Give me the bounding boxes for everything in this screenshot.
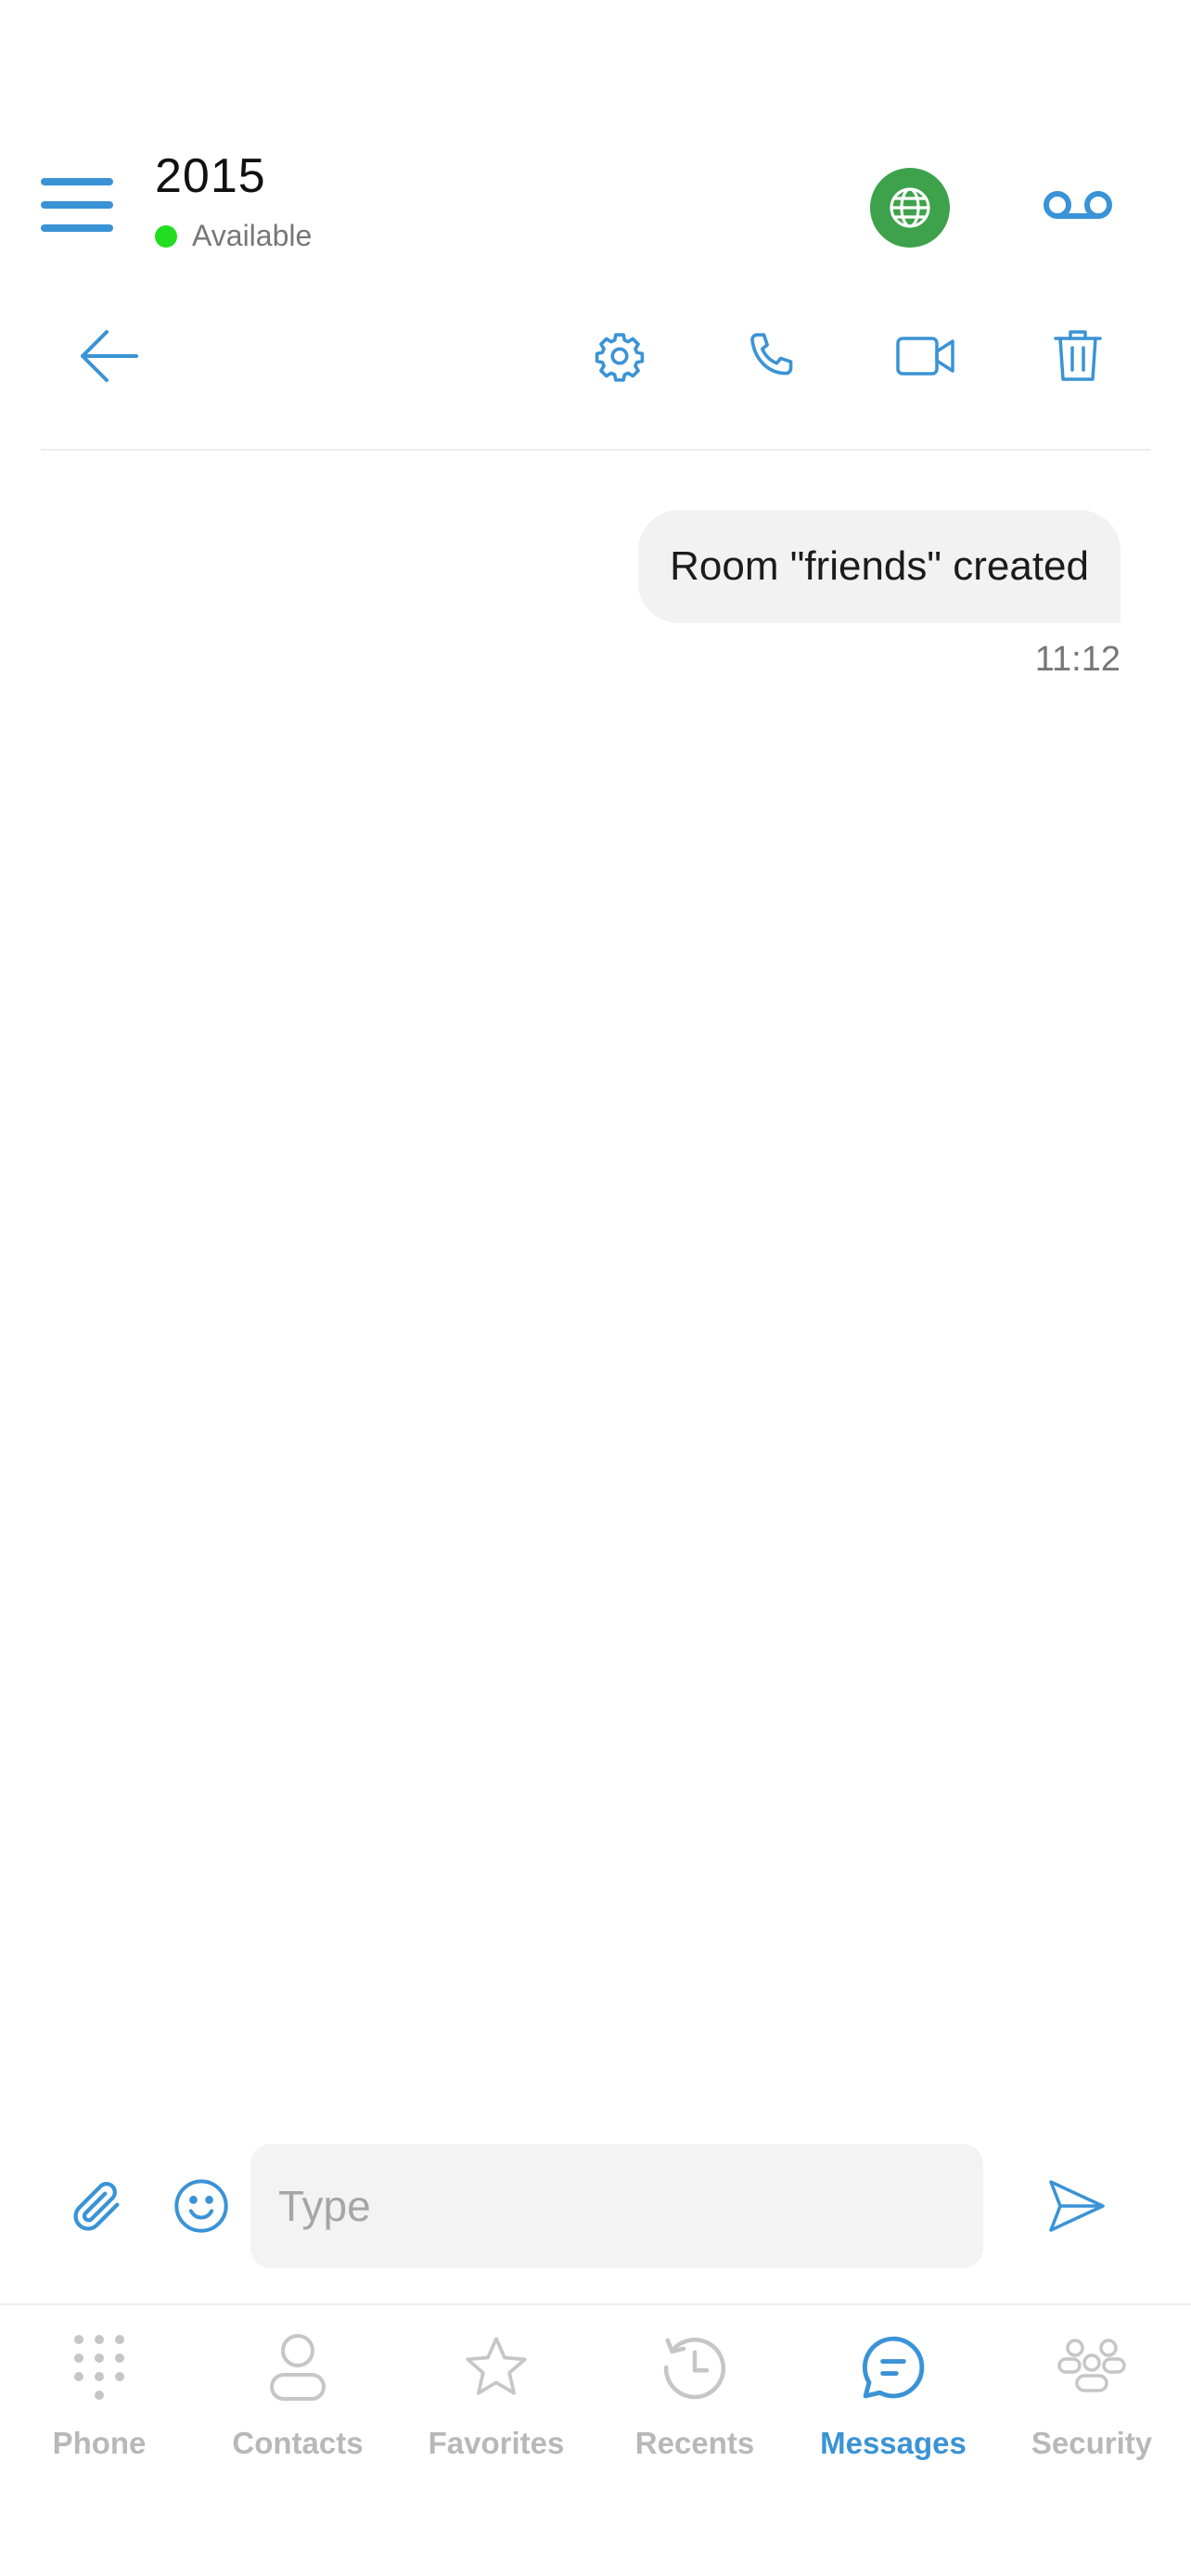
menu-bar (41, 178, 113, 185)
menu-bar (41, 201, 113, 209)
dialpad-icon (74, 2335, 124, 2400)
nav-label-favorites: Favorites (428, 2426, 565, 2460)
nav-label-contacts: Contacts (232, 2426, 364, 2460)
back-button[interactable] (76, 323, 143, 389)
voicemail-icon (1044, 191, 1112, 219)
message-bubble[interactable]: Room "friends" created (638, 510, 1121, 623)
room-settings-button[interactable] (586, 323, 653, 389)
nav-item-security[interactable]: Security (992, 2318, 1191, 2485)
phone-icon (750, 333, 793, 376)
person-icon (270, 2334, 326, 2401)
header-divider (41, 449, 1150, 451)
globe-button[interactable] (870, 168, 950, 248)
voice-call-button[interactable] (738, 323, 805, 389)
nav-item-recents[interactable]: Recents (596, 2318, 794, 2485)
nav-label-recents: Recents (634, 2426, 755, 2460)
paperclip-icon (73, 2182, 120, 2231)
video-camera-icon (896, 337, 954, 376)
gear-icon (595, 333, 645, 382)
voicemail-button[interactable] (1041, 182, 1115, 228)
nav-label-phone: Phone (52, 2426, 147, 2460)
send-icon (1049, 2180, 1105, 2232)
trash-icon (1054, 330, 1102, 381)
message-input[interactable] (250, 2144, 983, 2268)
delete-room-button[interactable] (1044, 323, 1111, 389)
video-call-button[interactable] (892, 323, 959, 389)
nav-item-contacts[interactable]: Contacts (198, 2318, 397, 2485)
nav-label-security: Security (1031, 2426, 1153, 2460)
presence-status[interactable]: Available (155, 219, 312, 253)
nav-divider (0, 2303, 1191, 2305)
menu-bar (41, 224, 113, 232)
smiley-icon (174, 2179, 228, 2233)
history-icon (663, 2337, 726, 2400)
status-dot-icon (155, 224, 177, 248)
nav-item-messages[interactable]: Messages (794, 2318, 992, 2485)
nav-label-messages: Messages (820, 2426, 967, 2460)
bottom-nav: Phone Contacts Favorites Recents Message… (0, 2318, 1191, 2485)
attach-button[interactable] (65, 2174, 130, 2238)
send-button[interactable] (1044, 2174, 1109, 2238)
back-arrow-icon (81, 330, 138, 382)
globe-icon (890, 187, 930, 228)
message-timestamp: 11:12 (1034, 640, 1121, 679)
people-group-icon (1057, 2339, 1126, 2392)
menu-button[interactable] (41, 178, 113, 232)
status-text: Available (192, 219, 313, 252)
chat-bubble-icon (862, 2336, 925, 2399)
emoji-button[interactable] (169, 2174, 234, 2238)
nav-item-favorites[interactable]: Favorites (397, 2318, 596, 2485)
extension-title: 2015 (155, 149, 266, 203)
nav-item-phone[interactable]: Phone (0, 2318, 198, 2485)
star-icon (466, 2337, 527, 2395)
